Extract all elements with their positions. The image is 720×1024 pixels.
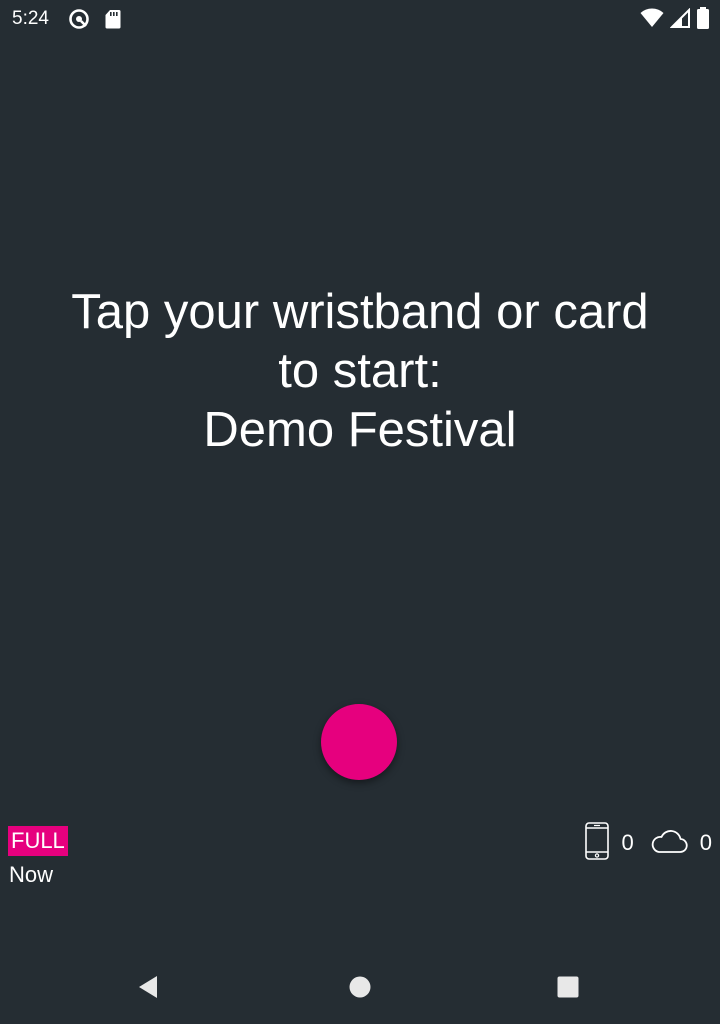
mode-badge: FULL xyxy=(8,826,68,856)
back-icon xyxy=(136,974,160,1005)
sync-counters: 0 0 xyxy=(584,821,712,865)
status-bar: 5:24 xyxy=(0,0,720,40)
recents-button[interactable] xyxy=(553,974,583,1004)
event-name: Demo Festival xyxy=(203,403,517,457)
status-time: 5:24 xyxy=(12,8,49,29)
prompt-line-1: Tap your wristband or card xyxy=(71,285,649,339)
cloud-icon xyxy=(650,828,688,859)
device-count: 0 xyxy=(621,830,634,855)
cloud-count: 0 xyxy=(699,830,712,855)
phone-icon xyxy=(584,821,610,865)
status-right-icons xyxy=(640,7,710,34)
tap-button[interactable] xyxy=(321,704,397,780)
wifi-icon xyxy=(640,8,664,33)
back-button[interactable] xyxy=(133,974,163,1004)
vpn-key-circle-icon xyxy=(68,8,90,35)
home-button[interactable] xyxy=(345,974,375,1004)
cell-signal-icon xyxy=(669,7,690,33)
start-prompt: Tap your wristband or card to start: Dem… xyxy=(0,283,720,460)
device-counter: 0 xyxy=(584,821,634,865)
recents-icon xyxy=(556,975,580,1004)
home-icon xyxy=(348,975,372,1004)
prompt-line-2: to start: xyxy=(278,344,442,398)
nav-bar xyxy=(0,952,720,1024)
sd-card-icon xyxy=(104,8,122,35)
cloud-counter: 0 xyxy=(650,828,712,859)
mode-time: Now xyxy=(9,862,54,887)
battery-icon xyxy=(696,7,710,34)
